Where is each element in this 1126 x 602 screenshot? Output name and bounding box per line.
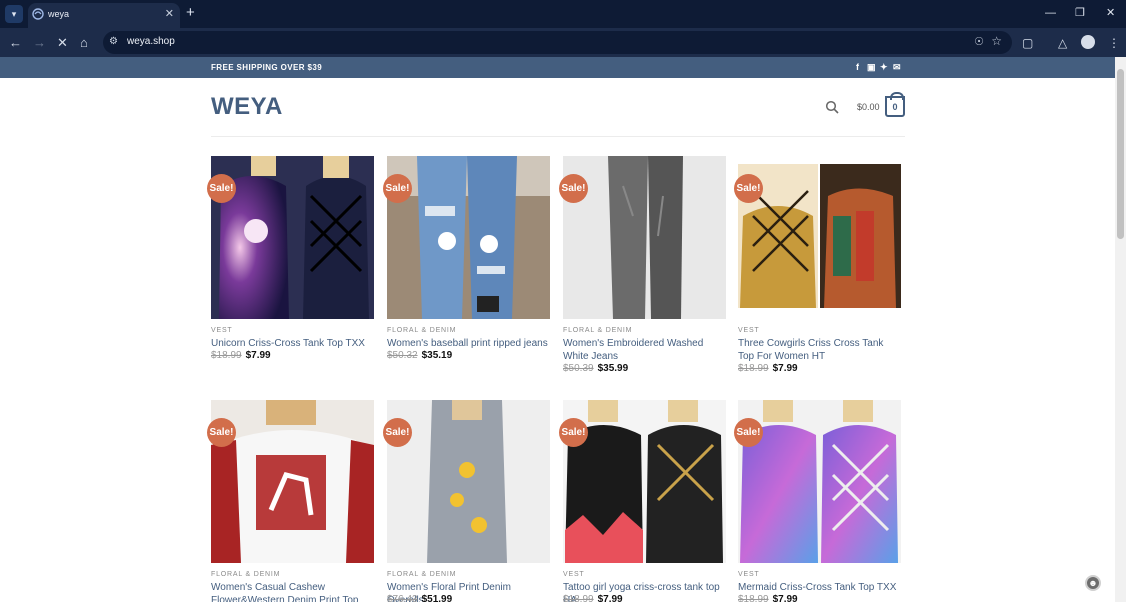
bookmark-star-icon[interactable]: ☆ xyxy=(991,34,1002,48)
old-price: $76.43 xyxy=(387,594,418,602)
twitter-icon[interactable]: ✦ xyxy=(880,62,888,73)
sale-badge: Sale! xyxy=(383,418,412,447)
favicon-icon xyxy=(32,8,44,20)
back-icon[interactable]: ← xyxy=(9,35,22,51)
tab-search-icon[interactable]: ▾ xyxy=(5,5,23,23)
profile-icon[interactable] xyxy=(1081,35,1095,49)
old-price: $50.32 xyxy=(387,350,418,361)
product-category[interactable]: VEST xyxy=(738,571,759,578)
labs-icon[interactable]: △ xyxy=(1058,35,1067,51)
accessibility-icon[interactable]: ☻ xyxy=(1085,575,1101,591)
product-image[interactable] xyxy=(387,156,550,319)
forward-icon[interactable]: → xyxy=(33,35,46,51)
product-price: $18.99 $7.99 xyxy=(738,594,798,602)
product-image[interactable] xyxy=(563,400,726,563)
minimize-icon[interactable]: — xyxy=(1045,5,1056,21)
address-bar[interactable]: ⚙ weya.shop ☉ ☆ xyxy=(103,31,1012,54)
cart-total[interactable]: $0.00 xyxy=(857,102,880,112)
site-logo[interactable]: WEYA xyxy=(211,93,283,121)
new-tab-icon[interactable]: + xyxy=(186,5,195,21)
product-name[interactable]: Unicorn Criss-Cross Tank Top TXX xyxy=(211,337,374,350)
product-price: $50.39 $35.99 xyxy=(563,363,628,374)
sale-badge: Sale! xyxy=(207,174,236,203)
restore-icon[interactable]: ❐ xyxy=(1075,5,1085,21)
sale-badge: Sale! xyxy=(207,418,236,447)
sale-price: $51.99 xyxy=(421,594,453,602)
free-shipping-text: FREE SHIPPING OVER $39 xyxy=(211,63,323,72)
product-category[interactable]: VEST xyxy=(211,327,232,334)
cart-count: 0 xyxy=(892,101,898,112)
browser-tab[interactable]: weya ✕ xyxy=(28,3,180,28)
product-price: $18.99 $7.99 xyxy=(738,363,798,374)
product-image[interactable] xyxy=(211,156,374,319)
product-price: $76.43 $51.99 xyxy=(387,594,452,602)
old-price: $50.39 xyxy=(563,363,594,374)
tab-strip: ▾ weya ✕ + — ❐ ✕ xyxy=(0,0,1126,28)
product-image[interactable] xyxy=(563,156,726,319)
extensions-icon[interactable]: ▢ xyxy=(1022,35,1033,51)
product-category[interactable]: VEST xyxy=(563,571,584,578)
product-category[interactable]: FLORAL & DENIM xyxy=(387,327,456,334)
product-name[interactable]: Three Cowgirls Criss Cross Tank Top For … xyxy=(738,337,901,363)
product-image[interactable] xyxy=(738,156,901,319)
eye-off-icon[interactable]: ☉ xyxy=(974,35,984,48)
product-name[interactable]: Women's Embroidered Washed White Jeans xyxy=(563,337,726,363)
sale-price: $7.99 xyxy=(245,350,271,361)
product-name[interactable]: Mermaid Criss-Cross Tank Top TXX xyxy=(738,581,901,594)
product-name[interactable]: Women's baseball print ripped jeans xyxy=(387,337,550,350)
window-close-icon[interactable]: ✕ xyxy=(1106,5,1115,21)
product-category[interactable]: FLORAL & DENIM xyxy=(387,571,456,578)
sale-badge: Sale! xyxy=(559,418,588,447)
stop-loading-icon[interactable]: ✕ xyxy=(57,35,68,51)
sale-badge: Sale! xyxy=(734,418,763,447)
tab-close-icon[interactable]: ✕ xyxy=(165,8,174,20)
product-price: $50.32 $35.19 xyxy=(387,350,452,361)
cart-icon[interactable]: 0 xyxy=(885,92,905,117)
menu-icon[interactable]: ⋮ xyxy=(1108,35,1120,51)
sale-badge: Sale! xyxy=(383,174,412,203)
instagram-icon[interactable]: ▣ xyxy=(867,62,876,73)
product-price: $18.99 $7.99 xyxy=(211,350,271,361)
old-price: $18.99 xyxy=(738,363,769,374)
sale-price: $35.19 xyxy=(421,350,453,361)
product-price: $18.99 $7.99 xyxy=(563,594,623,602)
page-scrollbar[interactable] xyxy=(1115,57,1126,602)
product-category[interactable]: FLORAL & DENIM xyxy=(563,327,632,334)
sale-price: $35.99 xyxy=(597,363,629,374)
product-image[interactable] xyxy=(211,400,374,563)
product-name[interactable]: Women's Casual Cashew Flower&Western Den… xyxy=(211,581,374,602)
sale-badge: Sale! xyxy=(734,174,763,203)
sale-price: $7.99 xyxy=(772,363,798,374)
facebook-icon[interactable]: f xyxy=(856,62,859,73)
browser-toolbar: ← → ✕ ⌂ ⚙ weya.shop ☉ ☆ ▢ △ ⋮ xyxy=(0,28,1126,57)
old-price: $18.99 xyxy=(211,350,242,361)
email-icon[interactable]: ✉ xyxy=(893,62,901,73)
site-settings-icon[interactable]: ⚙ xyxy=(109,36,118,47)
promo-bar: FREE SHIPPING OVER $39 f ▣ ✦ ✉ xyxy=(0,57,1115,78)
sale-badge: Sale! xyxy=(559,174,588,203)
url-text[interactable]: weya.shop xyxy=(127,36,175,47)
search-icon[interactable] xyxy=(825,100,839,114)
tab-title: weya xyxy=(48,9,70,19)
product-image[interactable] xyxy=(738,400,901,563)
header-divider xyxy=(211,136,905,137)
old-price: $18.99 xyxy=(563,594,594,602)
scrollbar-thumb[interactable] xyxy=(1117,69,1124,239)
sale-price: $7.99 xyxy=(597,594,623,602)
old-price: $18.99 xyxy=(738,594,769,602)
home-icon[interactable]: ⌂ xyxy=(80,35,88,51)
product-category[interactable]: FLORAL & DENIM xyxy=(211,571,280,578)
web-page: FREE SHIPPING OVER $39 f ▣ ✦ ✉ WEYA $0.0… xyxy=(0,57,1115,602)
product-category[interactable]: VEST xyxy=(738,327,759,334)
sale-price: $7.99 xyxy=(772,594,798,602)
product-image[interactable] xyxy=(387,400,550,563)
